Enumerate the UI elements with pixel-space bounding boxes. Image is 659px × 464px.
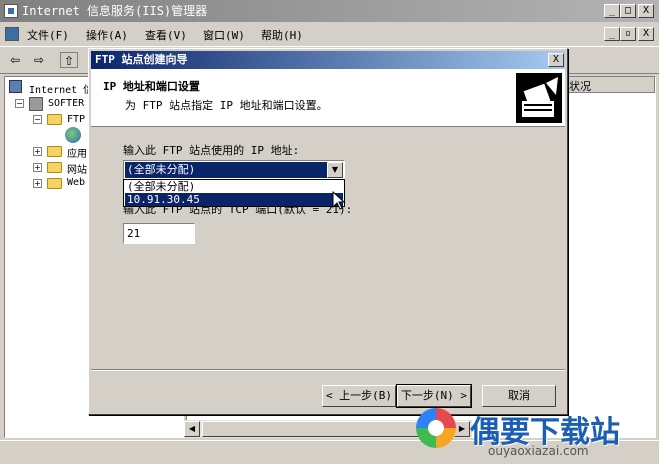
- back-arrow-icon[interactable]: ⇦: [6, 52, 24, 68]
- ip-address-select[interactable]: (全部未分配) ▼: [123, 160, 345, 180]
- tree-item-root[interactable]: Internet 信: [29, 81, 93, 96]
- cancel-button[interactable]: 取消: [482, 385, 556, 407]
- child-restore-button[interactable]: ▫: [620, 27, 636, 41]
- ip-address-dropdown-list: (全部未分配) 10.91.30.45: [123, 179, 345, 207]
- tree-collapse-icon[interactable]: −: [33, 115, 42, 124]
- menu-window[interactable]: 窗口(W): [203, 27, 245, 43]
- folder-icon: [47, 178, 62, 189]
- tree-item-ftp[interactable]: FTP: [67, 114, 85, 125]
- scroll-left-icon[interactable]: ◀: [184, 421, 200, 437]
- folder-icon: [47, 114, 62, 125]
- ip-option-unassigned[interactable]: (全部未分配): [125, 180, 343, 193]
- iis-root-icon: [9, 80, 22, 93]
- forward-arrow-icon[interactable]: ⇨: [30, 52, 48, 68]
- dialog-close-button[interactable]: X: [548, 53, 564, 67]
- ftp-site-globe-icon[interactable]: [65, 127, 81, 143]
- dialog-header: IP 地址和端口设置 为 FTP 站点指定 IP 地址和端口设置。: [91, 69, 565, 127]
- main-window-title: Internet 信息服务(IIS)管理器: [22, 4, 208, 18]
- watermark-logo-center: [428, 420, 444, 436]
- watermark-logo-icon: [416, 408, 456, 448]
- watermark-url: ouyaoxiazai.com: [488, 444, 589, 458]
- iis-app-icon: [4, 4, 18, 18]
- ip-option-address[interactable]: 10.91.30.45: [125, 193, 343, 206]
- status-column-header[interactable]: 状况: [565, 77, 655, 93]
- wizard-image-icon: [516, 73, 562, 123]
- folder-icon: [47, 146, 62, 157]
- scroll-thumb[interactable]: [202, 421, 450, 437]
- tree-item-apps[interactable]: 应用: [67, 145, 87, 160]
- minimize-button[interactable]: _: [604, 4, 620, 18]
- header-title: IP 地址和端口设置: [103, 80, 200, 93]
- next-button[interactable]: 下一步(N) >: [396, 384, 472, 408]
- tcp-port-input[interactable]: [123, 223, 195, 244]
- ip-selected-value: (全部未分配): [125, 162, 327, 178]
- main-window-title-bar: Internet 信息服务(IIS)管理器: [0, 0, 659, 22]
- menu-bar: 文件(F) 操作(A) 查看(V) 窗口(W) 帮助(H) _ ▫ X: [0, 22, 659, 46]
- menu-help[interactable]: 帮助(H): [261, 27, 303, 43]
- maximize-button[interactable]: □: [620, 4, 636, 18]
- status-column-label: 状况: [569, 80, 591, 93]
- dialog-title-bar: FTP 站点创建向导: [91, 51, 565, 69]
- chevron-down-icon[interactable]: ▼: [327, 162, 343, 178]
- menu-view[interactable]: 查看(V): [145, 27, 187, 43]
- child-minimize-button[interactable]: _: [604, 27, 620, 41]
- tree-expand-icon[interactable]: +: [33, 147, 42, 156]
- mmc-document-icon: [5, 27, 19, 41]
- up-folder-icon[interactable]: ⇧: [60, 52, 78, 68]
- server-icon: [29, 97, 43, 111]
- tree-collapse-icon[interactable]: −: [15, 99, 24, 108]
- folder-icon: [47, 162, 62, 173]
- mouse-cursor-icon: [332, 191, 345, 210]
- child-close-button[interactable]: X: [638, 27, 654, 41]
- scroll-right-icon[interactable]: ▶: [454, 421, 470, 437]
- menu-action[interactable]: 操作(A): [86, 27, 128, 43]
- menu-file[interactable]: 文件(F): [27, 27, 69, 43]
- tree-item-server[interactable]: SOFTER: [48, 98, 84, 109]
- dialog-title: FTP 站点创建向导: [95, 53, 188, 66]
- header-subtitle: 为 FTP 站点指定 IP 地址和端口设置。: [125, 99, 328, 112]
- tree-item-web[interactable]: Web: [67, 177, 85, 188]
- tree-expand-icon[interactable]: +: [33, 179, 42, 188]
- ftp-site-wizard-dialog: FTP 站点创建向导 X IP 地址和端口设置 为 FTP 站点指定 IP 地址…: [88, 48, 568, 415]
- tree-item-web-sites[interactable]: 网站: [67, 161, 87, 176]
- ip-address-label: 输入此 FTP 站点使用的 IP 地址:: [123, 144, 300, 157]
- close-button[interactable]: X: [638, 4, 654, 18]
- back-button[interactable]: < 上一步(B): [322, 385, 396, 407]
- tree-expand-icon[interactable]: +: [33, 163, 42, 172]
- button-divider: [91, 369, 565, 371]
